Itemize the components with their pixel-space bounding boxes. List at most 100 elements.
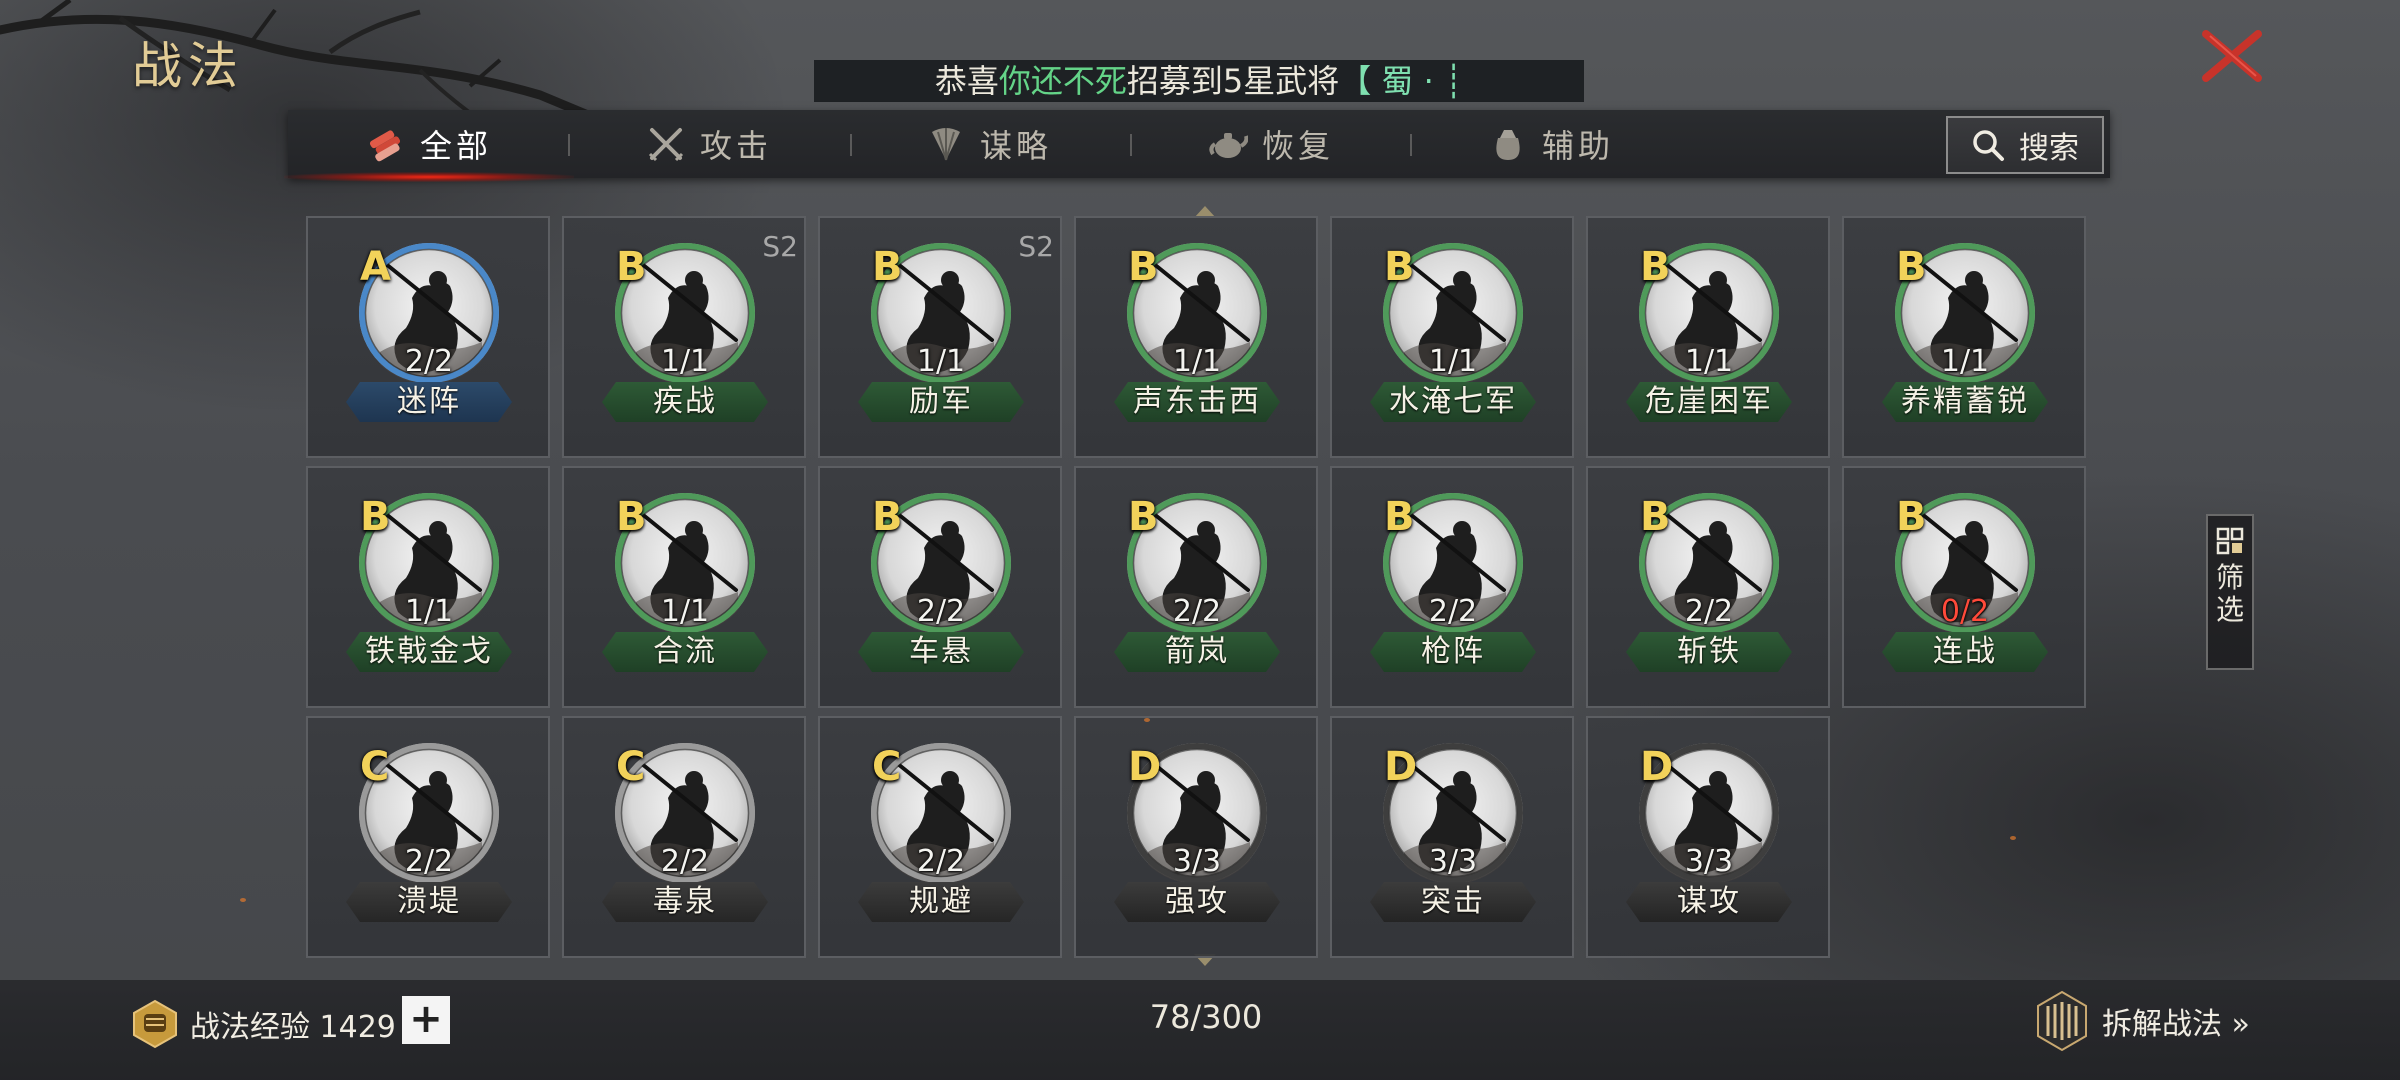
tab-label: 辅助 (1541, 127, 1614, 165)
tactic-grade: B (1128, 244, 1159, 290)
tactic-count: 1/1 (1428, 344, 1478, 379)
tactic-count: 1/1 (660, 344, 710, 379)
tactic-card[interactable]: D 3/3 突击 (1330, 716, 1574, 958)
tactic-grade: B (616, 244, 647, 290)
tactic-card[interactable]: B 1/1 养精蓄锐 (1842, 216, 2086, 458)
teapot-icon (1209, 133, 1248, 158)
tactic-grade: B (1896, 244, 1927, 290)
tactic-grade: B (872, 494, 903, 540)
tactic-card[interactable]: B 0/2 连战 (1842, 466, 2086, 708)
tab-label: 恢复 (1261, 127, 1334, 165)
tactic-name: 车悬 (858, 632, 1024, 672)
tactic-card[interactable]: B 1/1 危崖困军 (1586, 216, 1830, 458)
tactic-card[interactable]: B 2/2 车悬 (818, 466, 1062, 708)
bamboo-scroll-icon (2037, 990, 2087, 1052)
notice-middle: 招募到5星武将 (1126, 62, 1340, 100)
tactic-card[interactable]: B 1/1 励军 S2 (818, 216, 1062, 458)
tactic-card[interactable]: D 3/3 谋攻 (1586, 716, 1830, 958)
tactic-card[interactable]: B 2/2 枪阵 (1330, 466, 1574, 708)
pouch-icon (1496, 130, 1520, 160)
ember-particle (1144, 718, 1150, 722)
tactic-name: 励军 (858, 382, 1024, 422)
tactic-name: 斩铁 (1626, 632, 1792, 672)
close-icon[interactable] (2196, 26, 2268, 86)
tactic-name: 溃堤 (346, 882, 512, 922)
tab-all[interactable]: 全部 (284, 110, 574, 182)
tactic-count: 2/2 (1684, 594, 1734, 629)
tactic-count: 1/1 (660, 594, 710, 629)
dismantle-tactic-button[interactable]: 拆解战法 » (2034, 990, 2250, 1052)
search-button[interactable]: 搜索 (1946, 116, 2104, 174)
tactic-name: 规避 (858, 882, 1024, 922)
dismantle-label: 拆解战法 » (2102, 1007, 2250, 1042)
tab-label: 全部 (419, 127, 492, 165)
tactic-name: 疾战 (602, 382, 768, 422)
tactic-count: 3/3 (1684, 844, 1734, 879)
fist-badge-icon (133, 999, 177, 1049)
tactic-grade: B (616, 494, 647, 540)
crossed-swords-icon (648, 128, 684, 162)
tactic-name: 毒泉 (602, 882, 768, 922)
notice-player-name: 你还不死 (998, 62, 1127, 100)
tab-attack[interactable]: 攻击 (574, 110, 844, 178)
season-tag: S2 (1018, 230, 1054, 263)
tactic-card[interactable]: C 2/2 溃堤 (306, 716, 550, 958)
tactic-grade: C (616, 744, 646, 790)
tab-strategy[interactable]: 谋略 (854, 110, 1124, 178)
tactic-count: 2/2 (404, 844, 454, 879)
tactic-grade: B (1896, 494, 1927, 540)
tactic-count: 2/2 (1172, 594, 1222, 629)
tactic-count: 0/2 (1940, 594, 1990, 629)
add-exp-button[interactable]: + (402, 996, 450, 1044)
tactic-card[interactable]: C 2/2 规避 (818, 716, 1062, 958)
notice-prefix: 恭喜 (934, 62, 999, 100)
magnifier-icon (1973, 130, 2004, 161)
tactic-card[interactable]: B 1/1 疾战 S2 (562, 216, 806, 458)
tactic-grade: B (1128, 494, 1159, 540)
tab-divider (1130, 134, 1132, 156)
tab-recovery[interactable]: 恢复 (1136, 110, 1406, 178)
season-tag: S2 (762, 230, 798, 263)
tactic-card[interactable]: B 1/1 声东击西 (1074, 216, 1318, 458)
tactic-card[interactable]: D 3/3 强攻 (1074, 716, 1318, 958)
tactic-name: 谋攻 (1626, 882, 1792, 922)
tactic-grade: B (872, 244, 903, 290)
tactic-card[interactable]: B 2/2 斩铁 (1586, 466, 1830, 708)
tab-label: 攻击 (699, 127, 772, 165)
notice-suffix: 【 蜀 · ┊ (1339, 62, 1464, 100)
tactic-grid: A 2/2 迷阵 B 1/1 疾战 S2 B 1/1 励军 S2 B 1/1 声… (306, 216, 2086, 958)
filter-button[interactable]: 筛选 (2206, 514, 2254, 670)
tactic-grade: B (1640, 494, 1671, 540)
tactic-capacity: 78/300 (1149, 998, 1263, 1036)
tactic-grade: B (360, 494, 391, 540)
tab-support[interactable]: 辅助 (1416, 110, 1686, 178)
tactic-count: 3/3 (1428, 844, 1478, 879)
tactic-count: 2/2 (660, 844, 710, 879)
tactic-count: 1/1 (1684, 344, 1734, 379)
tactic-card[interactable]: B 1/1 铁戟金戈 (306, 466, 550, 708)
tactic-card[interactable]: C 2/2 毒泉 (562, 716, 806, 958)
page-title: 战法 (132, 37, 244, 95)
tactic-count: 2/2 (916, 594, 966, 629)
ember-particle (2010, 836, 2016, 840)
tactic-card[interactable]: B 1/1 水淹七军 (1330, 216, 1574, 458)
grid-filter-icon (2216, 527, 2244, 555)
tactic-name: 养精蓄锐 (1882, 382, 2048, 422)
tactic-grade: C (872, 744, 902, 790)
tactic-name: 枪阵 (1370, 632, 1536, 672)
tab-divider (850, 134, 852, 156)
tactic-name: 声东击西 (1114, 382, 1280, 422)
tactic-count: 3/3 (1172, 844, 1222, 879)
tactic-name: 合流 (602, 632, 768, 672)
tactic-card[interactable]: B 1/1 合流 (562, 466, 806, 708)
tactic-grade: C (360, 744, 390, 790)
tab-divider (568, 134, 570, 156)
tab-label: 谋略 (979, 127, 1052, 165)
exp-label: 战法经验 1429 (190, 1010, 396, 1045)
tactic-card[interactable]: B 2/2 箭岚 (1074, 466, 1318, 708)
tactic-grade: D (1384, 744, 1418, 790)
tactic-card[interactable]: A 2/2 迷阵 (306, 216, 550, 458)
category-tab-bar: 全部 攻击 谋略 恢复 辅助 (284, 110, 2110, 182)
feather-fan-icon (931, 128, 960, 161)
recruit-notice-banner: 恭喜你还不死招募到5星武将【 蜀 · ┊ (814, 60, 1584, 102)
